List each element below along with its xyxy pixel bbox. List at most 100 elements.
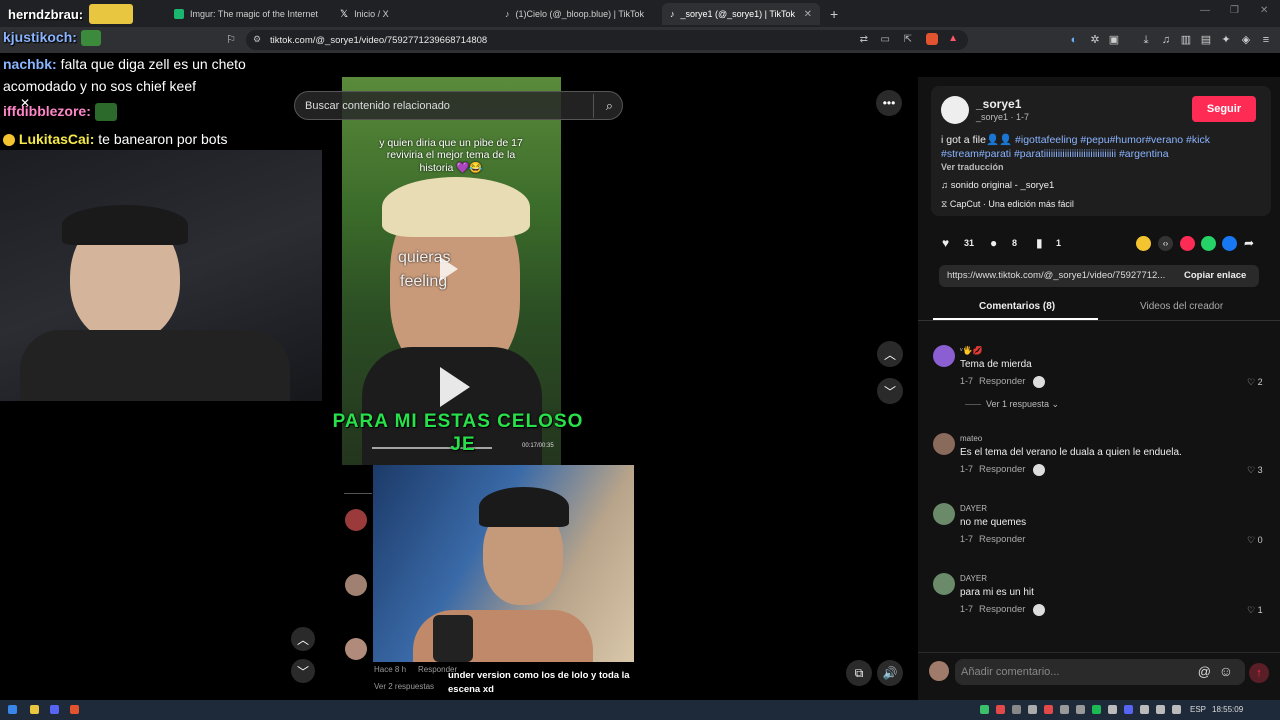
tab-herndzbrau[interactable]: herndzbrau: [0, 3, 160, 25]
volume-icon[interactable]: 🔊 [877, 660, 903, 686]
embed-icon[interactable]: ‹› [1158, 236, 1173, 251]
tab-x[interactable]: 𝕏 Inicio / X [332, 3, 494, 25]
scroll-up-button[interactable]: ︿ [291, 627, 315, 651]
comment-like[interactable]: ♡ 1 [1247, 605, 1263, 616]
discord-icon[interactable] [50, 705, 59, 714]
new-tab-button[interactable]: + [822, 3, 838, 25]
sidebar-icon[interactable]: ▥ [1180, 34, 1192, 46]
view-replies-link[interactable]: Ver 1 respuesta ⌄ [986, 399, 1059, 410]
reply-link[interactable]: Responder [979, 464, 1025, 475]
tiktok-video[interactable]: y quien diria que un pibe de 17 reviviri… [342, 77, 561, 465]
bookmark-icon[interactable]: ⚐ [225, 34, 237, 46]
address-bar[interactable]: ⚙ tiktok.com/@_sorye1/video/759277123966… [246, 30, 968, 50]
avatar[interactable] [345, 638, 367, 660]
wallet-icon[interactable]: ▤ [1200, 34, 1212, 46]
vpn-icon[interactable]: ◈ [1240, 34, 1252, 46]
avatar[interactable] [345, 574, 367, 596]
share-emoji-icon[interactable] [1136, 236, 1151, 251]
ai-sparkle-icon[interactable]: ✦ [1220, 34, 1232, 46]
brave-icon[interactable] [70, 705, 79, 714]
next-video-button[interactable]: ﹀ [877, 378, 903, 404]
speaker-icon[interactable] [1172, 705, 1181, 714]
translate-icon[interactable]: ⇄ [860, 34, 868, 45]
reply-link[interactable]: Responder [979, 376, 1025, 387]
like-icon[interactable]: ♥ [942, 236, 949, 250]
video-link[interactable]: https://www.tiktok.com/@_sorye1/video/75… [947, 270, 1165, 281]
site-info-icon[interactable]: ⚙ [253, 34, 261, 45]
avatar[interactable] [933, 345, 955, 367]
explorer-icon[interactable] [30, 705, 39, 714]
tray-icon[interactable] [996, 705, 1005, 714]
capcut-link[interactable]: ⧖ CapCut · Una edición más fácil [941, 199, 1074, 210]
post-comment-button[interactable]: ↑ [1249, 663, 1269, 683]
tray-icon[interactable] [1092, 705, 1101, 714]
close-window-icon[interactable]: ✕ [1260, 5, 1268, 16]
send-icon[interactable] [1180, 236, 1195, 251]
play-icon[interactable] [440, 367, 470, 407]
previous-video-button[interactable]: ︿ [877, 341, 903, 367]
reply-link[interactable]: Responder [979, 534, 1025, 545]
tab-comments[interactable]: Comentarios (8) [979, 301, 1055, 312]
tray-icon[interactable] [1076, 705, 1085, 714]
picture-icon[interactable]: ▭ [881, 34, 890, 45]
comment-input[interactable]: Añadir comentario... @ ☺ [955, 659, 1245, 685]
avatar[interactable] [933, 433, 955, 455]
copy-link-button[interactable]: Copiar enlace [1184, 270, 1246, 281]
forward-icon[interactable]: ➦ [1244, 236, 1254, 250]
translate-link[interactable]: Ver traducción [941, 162, 1004, 172]
extensions-icon[interactable]: ✲ [1089, 34, 1101, 46]
pip-icon[interactable]: ⧉ [846, 660, 872, 686]
search-input[interactable]: Buscar contenido relacionado ⌕ [294, 91, 623, 120]
close-overlay-icon[interactable]: ✕ [20, 96, 30, 110]
whatsapp-icon[interactable] [1201, 236, 1216, 251]
tab-imgur[interactable]: Imgur: The magic of the Internet [166, 3, 328, 25]
view-replies-link[interactable]: Ver 2 respuestas [374, 682, 434, 691]
comment-like[interactable]: ♡ 0 [1247, 535, 1263, 546]
avatar[interactable] [933, 573, 955, 595]
maximize-icon[interactable]: ❐ [1230, 5, 1239, 16]
creator-username[interactable]: _sorye1 [976, 97, 1021, 111]
tray-icon[interactable] [1060, 705, 1069, 714]
tray-icon[interactable] [1124, 705, 1133, 714]
tab-creator-videos[interactable]: Videos del creador [1140, 301, 1223, 312]
comment-icon[interactable]: ● [990, 236, 997, 250]
reply-link[interactable]: Responder [979, 604, 1025, 615]
mic-icon[interactable] [1108, 705, 1117, 714]
sound-link[interactable]: ♫ sonido original - _sorye1 [941, 180, 1054, 191]
minimize-icon[interactable]: — [1200, 5, 1210, 16]
comment-user[interactable]: mateo [960, 434, 982, 443]
tray-icon[interactable] [980, 705, 989, 714]
comment-like[interactable]: ♡ 2 [1247, 377, 1263, 388]
more-options-icon[interactable]: ••• [876, 90, 902, 116]
screenshot-icon[interactable]: ▣ [1108, 34, 1120, 46]
comment-user[interactable]: DAYER [960, 504, 987, 513]
emoji-icon[interactable]: ☺ [1219, 663, 1233, 679]
close-tab-icon[interactable]: ✕ [804, 9, 812, 20]
creator-avatar[interactable] [941, 96, 969, 124]
leo-ai-icon[interactable]: ◐ [1068, 34, 1080, 46]
tray-icon[interactable] [1028, 705, 1037, 714]
media-icon[interactable]: ♫ [1160, 34, 1172, 46]
avatar[interactable] [933, 503, 955, 525]
network-icon[interactable] [1156, 705, 1165, 714]
comment-user[interactable]: ᵛ🖐💋 [960, 346, 983, 355]
share-icon[interactable]: ⇱ [904, 34, 912, 45]
follow-button[interactable]: Seguir [1192, 96, 1256, 122]
tab-tiktok-sorye1[interactable]: ♪ _sorye1 (@_sorye1) | TikTok ✕ [662, 3, 820, 25]
language-indicator[interactable]: ESP [1190, 705, 1206, 714]
start-icon[interactable] [8, 705, 17, 714]
search-icon[interactable]: ⌕ [606, 98, 613, 114]
brave-shield-icon[interactable] [926, 33, 938, 45]
facebook-icon[interactable] [1222, 236, 1237, 251]
comment-user[interactable]: DAYER [960, 574, 987, 583]
menu-icon[interactable]: ≡ [1260, 34, 1272, 46]
scroll-down-button[interactable]: ﹀ [291, 659, 315, 683]
save-icon[interactable]: ▮ [1036, 236, 1043, 250]
avatar[interactable] [345, 509, 367, 531]
download-icon[interactable]: ⤓ [1140, 34, 1152, 46]
brave-rewards-icon[interactable]: ▲ [948, 33, 958, 44]
play-icon[interactable] [440, 257, 458, 281]
tray-icon[interactable] [1012, 705, 1021, 714]
tray-icon[interactable] [1044, 705, 1053, 714]
clock[interactable]: 18:55:09 [1212, 705, 1243, 714]
